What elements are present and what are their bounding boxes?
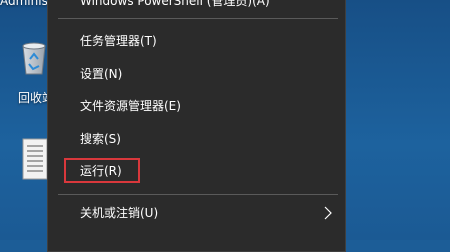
menu-item-file-explorer[interactable]: 文件资源管理器(E) [48, 92, 345, 120]
menu-item-shutdown-signout[interactable]: 关机或注销(U) [48, 199, 345, 227]
menu-separator [58, 18, 338, 19]
menu-separator [58, 194, 338, 195]
menu-item-settings[interactable]: 设置(N) [48, 60, 345, 88]
document-icon[interactable] [22, 138, 48, 180]
menu-item-task-manager[interactable]: 任务管理器(T) [48, 27, 345, 55]
menu-item-label: 设置(N) [80, 67, 123, 81]
menu-item-search[interactable]: 搜索(S) [48, 125, 345, 153]
menu-item-powershell-admin[interactable]: Windows PowerShell (管理员)(A) [48, 0, 345, 15]
menu-item-label: 任务管理器(T) [80, 34, 157, 48]
winx-context-menu: Windows PowerShell (管理员)(A) 任务管理器(T) 设置(… [47, 0, 346, 252]
run-highlight-box [64, 158, 140, 183]
menu-item-label: Windows PowerShell (管理员)(A) [80, 0, 270, 8]
menu-item-label: 关机或注销(U) [80, 206, 159, 220]
menu-item-label: 搜索(S) [80, 132, 121, 146]
chevron-right-icon [324, 206, 332, 220]
menu-item-label: 文件资源管理器(E) [80, 99, 181, 113]
recycle-bin-icon[interactable] [20, 40, 48, 76]
